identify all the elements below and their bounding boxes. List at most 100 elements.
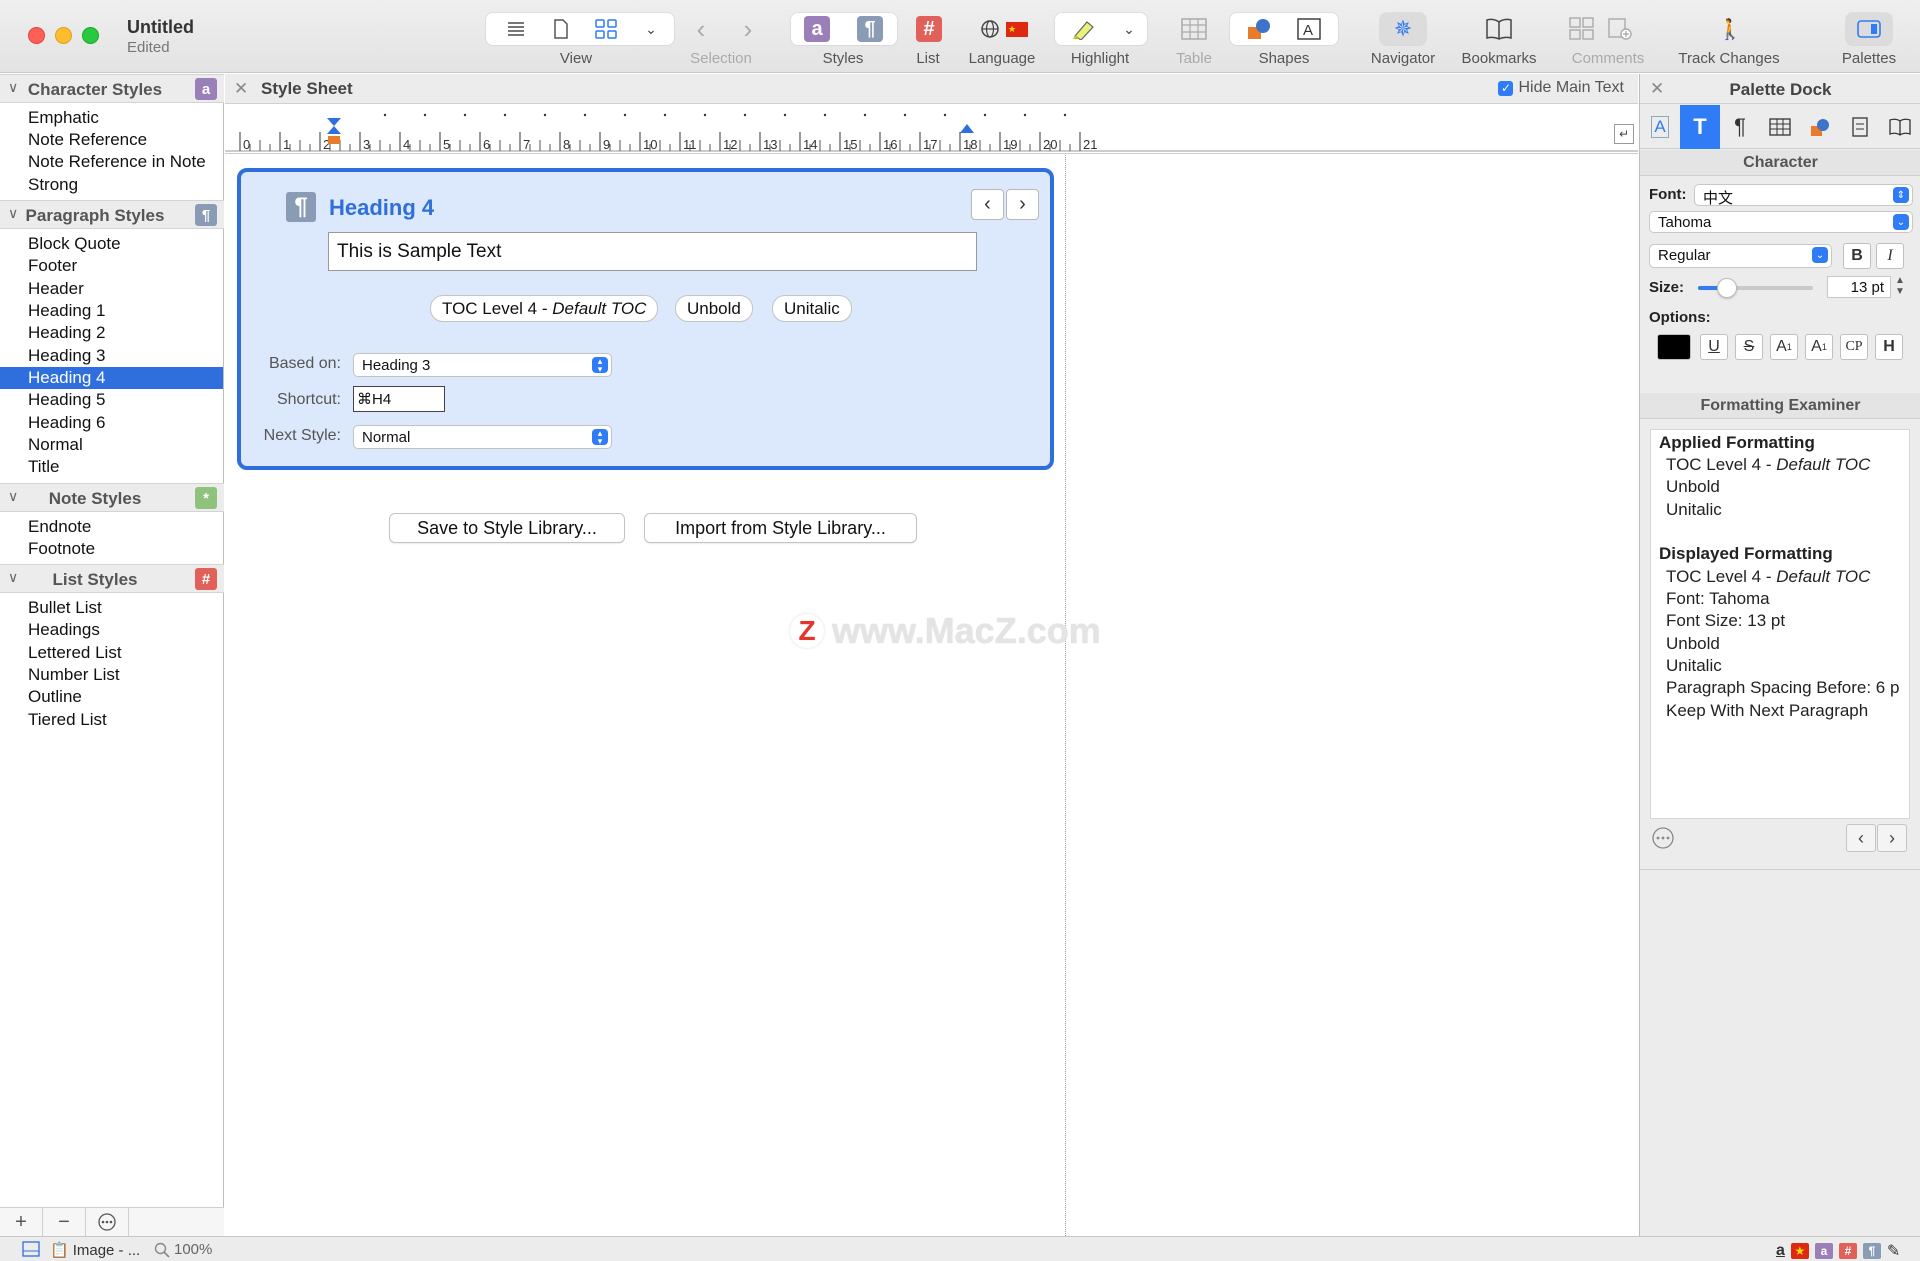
import-from-style-library-button[interactable]: Import from Style Library... bbox=[644, 513, 917, 543]
italic-button[interactable]: I bbox=[1876, 243, 1904, 269]
sidebar-item-heading-3[interactable]: Heading 3 bbox=[0, 345, 223, 367]
sidebar-item-outline[interactable]: Outline bbox=[0, 686, 223, 708]
view-dropdown-chevron-icon[interactable]: ⌄ bbox=[634, 13, 668, 45]
shapes-icon[interactable] bbox=[1242, 13, 1276, 45]
sidebar-item-heading-4[interactable]: Heading 4 bbox=[0, 367, 223, 389]
close-style-sheet-icon[interactable]: ✕ bbox=[234, 79, 248, 99]
paragraph-styles-header[interactable]: ∨ Paragraph Styles ¶ bbox=[0, 200, 224, 229]
sidebar-item-title[interactable]: Title bbox=[0, 456, 223, 478]
sidebar-item-note-reference[interactable]: Note Reference bbox=[0, 129, 223, 151]
unitalic-pill[interactable]: Unitalic bbox=[772, 295, 852, 322]
language-button[interactable]: ★ bbox=[974, 13, 1034, 45]
character-style-icon[interactable]: a bbox=[1814, 1243, 1833, 1259]
tab-shapes-icon[interactable] bbox=[1800, 105, 1840, 149]
sidebar-item-emphatic[interactable]: Emphatic bbox=[0, 107, 223, 129]
sidebar-item-heading-5[interactable]: Heading 5 bbox=[0, 389, 223, 411]
highlighter-icon[interactable] bbox=[1067, 13, 1101, 45]
style-name[interactable]: Heading 4 bbox=[329, 195, 434, 221]
character-a-icon[interactable]: a bbox=[1776, 1242, 1785, 1260]
previous-style-chevron-left-icon[interactable]: ‹ bbox=[971, 189, 1004, 220]
examiner-previous-chevron-left-icon[interactable]: ‹ bbox=[1846, 824, 1876, 852]
shortcut-input[interactable]: ⌘H4 bbox=[353, 386, 445, 412]
font-family-select[interactable]: Tahoma ⌄ bbox=[1649, 211, 1913, 233]
examiner-options-ellipsis-icon[interactable] bbox=[1651, 826, 1675, 855]
tab-book-icon[interactable] bbox=[1880, 105, 1920, 149]
sidebar-item-heading-6[interactable]: Heading 6 bbox=[0, 412, 223, 434]
hide-main-text-checkbox[interactable]: ✓ bbox=[1498, 80, 1514, 96]
bookmarks-book-icon[interactable] bbox=[1484, 13, 1514, 45]
add-style-plus-icon[interactable]: + bbox=[0, 1208, 43, 1236]
next-style-select[interactable]: Normal ▴ ▾ bbox=[353, 425, 612, 449]
paragraph-styles-icon[interactable]: ¶ bbox=[857, 16, 883, 42]
font-size-field[interactable]: 13 pt bbox=[1827, 276, 1891, 298]
unbold-pill[interactable]: Unbold bbox=[675, 295, 753, 322]
sidebar-item-heading-2[interactable]: Heading 2 bbox=[0, 322, 223, 344]
small-caps-button[interactable]: CP bbox=[1840, 334, 1868, 360]
sidebar-item-normal[interactable]: Normal bbox=[0, 434, 223, 456]
tab-section-icon[interactable] bbox=[1840, 105, 1880, 149]
sidebar-item-headings[interactable]: Headings bbox=[0, 619, 223, 641]
next-style-chevron-right-icon[interactable]: › bbox=[1006, 189, 1039, 220]
selection-back-icon[interactable]: ‹ bbox=[686, 13, 716, 45]
no-break-button[interactable]: H bbox=[1875, 334, 1903, 360]
zoom-window-button[interactable] bbox=[82, 27, 99, 44]
highlight-dropdown-chevron-icon[interactable]: ⌄ bbox=[1115, 13, 1143, 45]
right-indent-marker[interactable] bbox=[960, 124, 974, 133]
sample-text-field[interactable]: This is Sample Text bbox=[328, 232, 977, 271]
minimize-window-button[interactable] bbox=[55, 27, 72, 44]
character-styles-icon[interactable]: a bbox=[804, 16, 830, 42]
layout-toggle-icon[interactable] bbox=[22, 1241, 40, 1257]
tab-type-return-icon[interactable]: ↵ bbox=[1614, 124, 1634, 144]
selection-forward-icon[interactable]: › bbox=[733, 13, 763, 45]
sidebar-item-endnote[interactable]: Endnote bbox=[0, 516, 223, 538]
hide-main-text-toggle[interactable]: ✓ Hide Main Text bbox=[1498, 79, 1624, 97]
image-status[interactable]: 📋 Image - ... bbox=[50, 1241, 140, 1260]
list-style-icon[interactable]: # bbox=[1838, 1243, 1857, 1259]
tab-paragraph-icon[interactable]: ¶ bbox=[1720, 105, 1760, 149]
first-line-indent-marker[interactable] bbox=[327, 118, 341, 126]
bold-button[interactable]: B bbox=[1843, 243, 1871, 269]
track-changes-evolution-icon[interactable]: 🚶 bbox=[1712, 13, 1748, 45]
toc-level-pill[interactable]: TOC Level 4 - Default TOC bbox=[430, 295, 659, 322]
sidebar-item-strong[interactable]: Strong bbox=[0, 174, 223, 196]
character-styles-header[interactable]: ∨ Character Styles a bbox=[0, 74, 224, 103]
left-margin-marker[interactable] bbox=[328, 136, 340, 144]
china-flag-icon[interactable]: ★ bbox=[1790, 1243, 1809, 1259]
list-styles-header[interactable]: ∨ List Styles # bbox=[0, 564, 224, 593]
subscript-button[interactable]: A1 bbox=[1805, 334, 1833, 360]
comments-button[interactable] bbox=[1566, 13, 1636, 45]
note-styles-header[interactable]: ∨ Note Styles * bbox=[0, 483, 224, 512]
left-indent-marker[interactable] bbox=[327, 126, 341, 134]
tab-table-icon[interactable] bbox=[1760, 105, 1800, 149]
font-size-slider-knob[interactable] bbox=[1716, 278, 1737, 298]
palettes-button[interactable] bbox=[1846, 13, 1892, 45]
examiner-next-chevron-right-icon[interactable]: › bbox=[1877, 824, 1907, 852]
zoom-status[interactable]: 100% bbox=[154, 1241, 212, 1258]
text-box-icon[interactable]: A bbox=[1292, 13, 1326, 45]
pen-icon[interactable]: ✎ bbox=[1887, 1241, 1900, 1261]
sidebar-item-block-quote[interactable]: Block Quote bbox=[0, 233, 223, 255]
more-options-ellipsis-icon[interactable] bbox=[86, 1208, 129, 1236]
superscript-button[interactable]: A1 bbox=[1770, 334, 1798, 360]
view-page-icon[interactable] bbox=[541, 13, 581, 45]
ruler[interactable]: 0 1 2 3 4 5 6 7 8 9 10 11 12 13 14 15 16 17 18 19 20 21 ↵ bbox=[225, 104, 1638, 154]
font-script-select[interactable]: 中文 ⇕ bbox=[1694, 184, 1913, 207]
paragraph-style-icon[interactable]: ¶ bbox=[1862, 1243, 1881, 1259]
save-to-style-library-button[interactable]: Save to Style Library... bbox=[389, 513, 625, 543]
view-list-icon[interactable] bbox=[496, 13, 536, 45]
list-icon[interactable]: # bbox=[914, 13, 944, 45]
sidebar-item-bullet-list[interactable]: Bullet List bbox=[0, 597, 223, 619]
font-size-slider[interactable] bbox=[1698, 278, 1813, 298]
navigator-button[interactable]: ✵ bbox=[1380, 13, 1426, 45]
sidebar-item-number-list[interactable]: Number List bbox=[0, 664, 223, 686]
close-window-button[interactable] bbox=[28, 27, 45, 44]
tab-text-cursor-icon[interactable]: A bbox=[1640, 105, 1680, 149]
sidebar-item-lettered-list[interactable]: Lettered List bbox=[0, 642, 223, 664]
sidebar-item-footnote[interactable]: Footnote bbox=[0, 538, 223, 560]
sidebar-item-footer[interactable]: Footer bbox=[0, 255, 223, 277]
sidebar-item-heading-1[interactable]: Heading 1 bbox=[0, 300, 223, 322]
sidebar-item-header[interactable]: Header bbox=[0, 278, 223, 300]
remove-style-minus-icon[interactable]: − bbox=[43, 1208, 86, 1236]
sidebar-item-tiered-list[interactable]: Tiered List bbox=[0, 709, 223, 731]
view-grid-icon[interactable] bbox=[586, 13, 626, 45]
